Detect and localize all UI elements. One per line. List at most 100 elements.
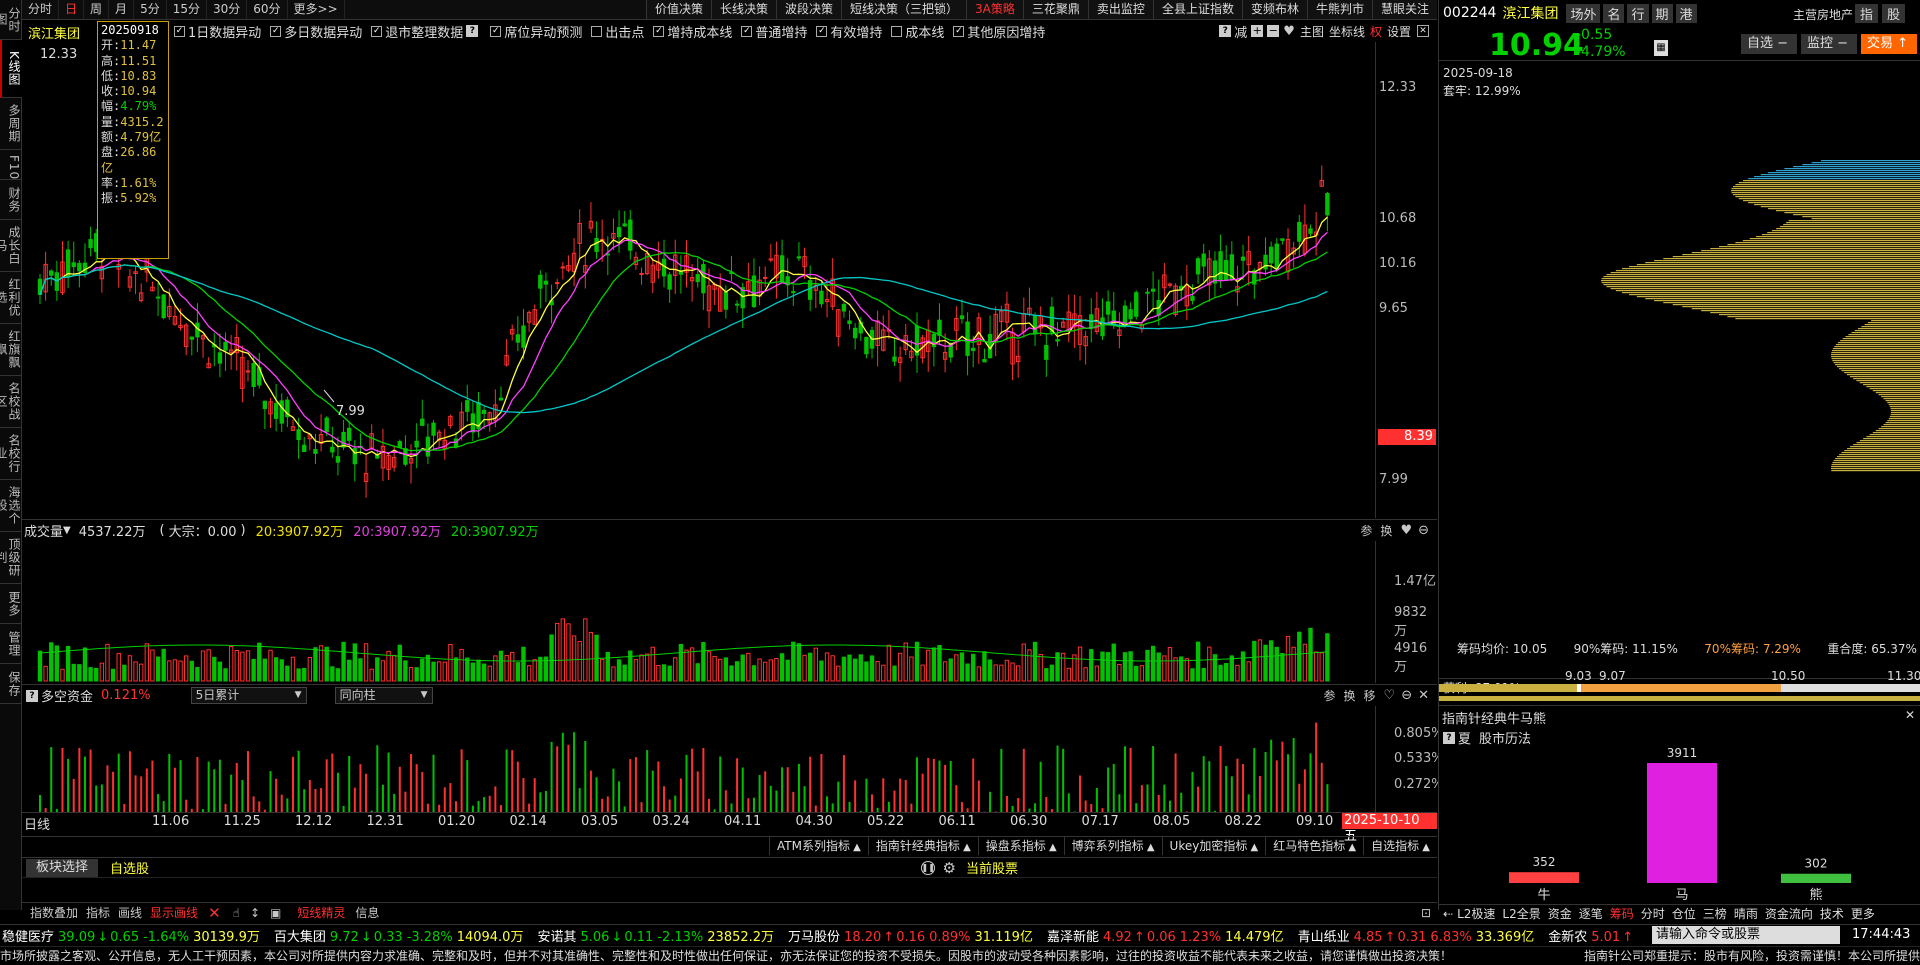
plus-icon[interactable]: + (1251, 25, 1264, 37)
volume-chart[interactable] (22, 541, 1375, 683)
sidebar-item-12[interactable]: 更多 (0, 584, 22, 624)
stock-button[interactable]: 股 (1882, 4, 1906, 23)
indicator-tab-6[interactable]: 自选指标 ▲ (1363, 837, 1437, 855)
option-checkbox-3[interactable]: ✓ 席位异动预测 (490, 22, 582, 41)
heart-icon[interactable]: ♥ (1283, 24, 1295, 39)
quote-tab-1[interactable]: 名 (1603, 3, 1625, 23)
sector-select-tab[interactable]: 板块选择 (26, 858, 99, 877)
short-wizard-button[interactable]: 短线精灵 (297, 904, 345, 921)
option-checkbox-7[interactable]: ✓ 有效增持 (816, 22, 882, 41)
ticker-item[interactable]: 万马股份 18.20 ↑ 0.16 0.89% 31.119亿 (788, 926, 1033, 945)
panel-tab-7[interactable]: 三榜 (1703, 905, 1727, 922)
ticker-item[interactable]: 安诺其 5.06 ↓ 0.11 -2.13% 23852.2万 (537, 926, 774, 945)
command-input[interactable]: 请输入命令或股票 (1652, 926, 1840, 944)
panel-tab-0[interactable]: L2极速 (1457, 905, 1495, 922)
strategy-tab-10[interactable]: 慧眼关注 (1371, 0, 1437, 19)
strategy-tab-8[interactable]: 变频布林 (1241, 0, 1307, 19)
minus-icon[interactable]: − (1267, 25, 1280, 37)
period-tab-4[interactable]: 5分 (134, 0, 167, 19)
help-icon[interactable]: ? (466, 25, 479, 37)
sidebar-item-14[interactable]: 保存 (0, 664, 22, 704)
sidebar-item-8[interactable]: 名校战区 (0, 376, 22, 428)
strategy-tab-0[interactable]: 价值决策 (645, 0, 711, 19)
option-checkbox-4[interactable]: 出击点 (591, 22, 644, 41)
sidebar-item-1[interactable]: K线图 (0, 40, 22, 98)
period-tab-3[interactable]: 月 (109, 0, 135, 19)
strategy-tab-3[interactable]: 短线决策（三把锁） (841, 0, 967, 19)
panel-tab-1[interactable]: L2全景 (1502, 905, 1540, 922)
indicator-button[interactable]: 指标 (86, 904, 110, 921)
index-overlay-button[interactable]: 指数叠加 (30, 904, 78, 921)
sidebar-item-2[interactable]: 多周期 (0, 98, 22, 150)
panel-tab-11[interactable]: 更多 (1851, 905, 1875, 922)
index-button[interactable]: 指 (1855, 4, 1879, 23)
ticker-item[interactable]: 嘉泽新能 4.92 ↑ 0.06 1.23% 14.479亿 (1047, 926, 1284, 945)
option-checkbox-9[interactable]: ✓ 其他原因增持 (953, 22, 1045, 41)
option-checkbox-0[interactable]: ✓ 1日数据异动 (174, 22, 261, 41)
heart-icon[interactable]: ♥ (1400, 523, 1412, 538)
panel-tab-10[interactable]: 技术 (1820, 905, 1844, 922)
period-tab-8[interactable]: 更多>> (288, 0, 345, 19)
option-checkbox-1[interactable]: ✓ 多日数据异动 (270, 22, 362, 41)
draw-line-button[interactable]: 画线 (118, 904, 142, 921)
duokong-chart[interactable] (22, 706, 1375, 812)
heart-outline-icon[interactable]: ♡ (1384, 688, 1396, 703)
zoom-icon[interactable]: ⊖ (1418, 523, 1429, 538)
pointer-icon[interactable]: ☝ (233, 906, 240, 920)
sidebar-item-6[interactable]: 红利优选 (0, 272, 22, 324)
option-checkbox-6[interactable]: ✓ 普通增持 (741, 22, 807, 41)
volume-switch-button[interactable]: 换 (1380, 522, 1392, 539)
settings-button[interactable]: 设置 (1387, 23, 1411, 40)
panel-tab-9[interactable]: 资金流向 (1765, 905, 1813, 922)
indicator-tab-1[interactable]: 指南针经典指标 ▲ (867, 837, 978, 855)
chip-distribution[interactable] (1439, 100, 1920, 472)
period-select[interactable]: 5日累计 ▼ (190, 687, 307, 704)
indicator-tab-5[interactable]: 红马特色指标 ▲ (1265, 837, 1363, 855)
period-tab-6[interactable]: 30分 (207, 0, 248, 19)
duokong-move-button[interactable]: 移 (1364, 687, 1376, 704)
quote-tab-3[interactable]: 期 (1651, 3, 1673, 23)
strategy-tab-6[interactable]: 卖出监控 (1087, 0, 1153, 19)
calculator-icon[interactable]: ▦ (1654, 40, 1668, 56)
watchlist-button[interactable]: 自选 − (1741, 34, 1797, 54)
help-icon[interactable]: ? (26, 689, 38, 702)
gear-icon[interactable]: ⚙ (943, 859, 956, 877)
close-icon[interactable]: ✕ (1417, 25, 1429, 37)
strategy-tab-7[interactable]: 全县上证指数 (1152, 0, 1242, 19)
period-tab-7[interactable]: 60分 (247, 0, 288, 19)
panel-tab-5[interactable]: 分时 (1641, 905, 1665, 922)
reduce-label[interactable]: 减 (1234, 22, 1247, 41)
strategy-tab-1[interactable]: 长线决策 (711, 0, 777, 19)
watchlist-tab[interactable]: 自选股 (98, 858, 161, 877)
zoom-icon[interactable]: ⊖ (1401, 688, 1412, 703)
panel-tab-3[interactable]: 逐笔 (1579, 905, 1603, 922)
ticker-item[interactable]: 金新农 5.01 ↑ (1548, 926, 1643, 945)
ticker-item[interactable]: 百大集团 9.72 ↓ 0.33 -3.28% 14094.0万 (274, 926, 524, 945)
option-checkbox-8[interactable]: 成本线 (891, 22, 944, 41)
close-icon[interactable]: ✕ (1905, 708, 1915, 722)
strategy-tab-4[interactable]: 3A策略 (966, 0, 1023, 19)
strategy-tab-5[interactable]: 三花聚鼎 (1022, 0, 1088, 19)
lock-icon[interactable]: ▣ (270, 906, 281, 920)
expand-icon[interactable]: ⊡ (1421, 906, 1431, 920)
bar-type-select[interactable]: 同向柱 ▼ (334, 687, 433, 704)
panel-tab-4[interactable]: 筹码 (1610, 905, 1634, 922)
indicator-tab-2[interactable]: 操盘系指标 ▲ (977, 837, 1064, 855)
period-tab-2[interactable]: 周 (84, 0, 110, 19)
ticker-item[interactable]: 青山纸业 4.85 ↑ 0.31 6.83% 33.369亿 (1298, 926, 1535, 945)
quan-button[interactable]: 权 (1370, 23, 1382, 40)
volume-param-button[interactable]: 参 (1360, 522, 1372, 539)
axis-button[interactable]: 坐标线 (1329, 23, 1365, 40)
quote-tab-2[interactable]: 行 (1627, 3, 1649, 23)
kline-chart[interactable]: 12.33 7.99 (22, 42, 1375, 518)
arrow-icon[interactable]: ⇠ (1443, 907, 1453, 921)
duokong-switch-button[interactable]: 换 (1344, 687, 1356, 704)
close-icon[interactable]: ✕ (1418, 688, 1429, 703)
panel-tab-6[interactable]: 仓位 (1672, 905, 1696, 922)
help-icon[interactable]: ? (1443, 731, 1455, 744)
quote-tab-4[interactable]: 港 (1675, 3, 1697, 23)
option-checkbox-5[interactable]: ✓ 增持成本线 (653, 22, 732, 41)
indicator-tab-3[interactable]: 博弈系列指标 ▲ (1063, 837, 1162, 855)
sidebar-item-4[interactable]: 财务 (0, 180, 22, 220)
sidebar-item-0[interactable]: 分时图 (0, 0, 22, 40)
